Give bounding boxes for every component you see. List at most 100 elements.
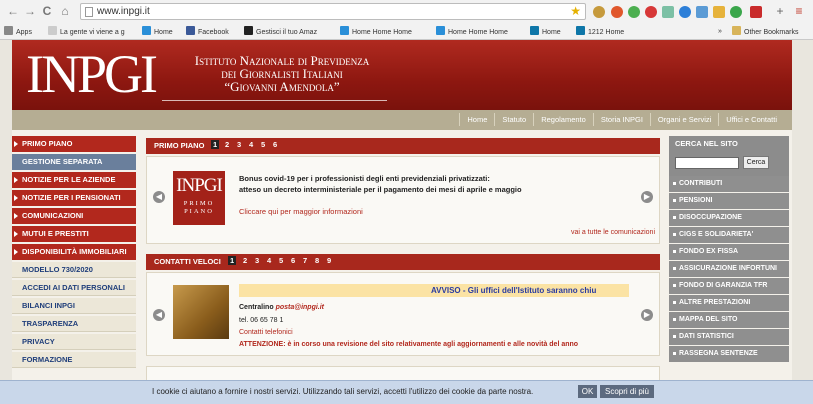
topnav-home[interactable]: Home xyxy=(459,113,494,126)
nav-bilanci[interactable]: BILANCI INPGI xyxy=(12,298,136,314)
address-bar[interactable]: www.inpgi.it ★ xyxy=(80,3,586,20)
nav-comunicazioni[interactable]: COMUNICAZIONI xyxy=(12,208,136,224)
nav-assicurazione[interactable]: ASSICURAZIONE INFORTUNI xyxy=(669,261,789,277)
back-icon[interactable]: ← xyxy=(6,4,20,18)
email-link[interactable]: posta@inpgi.it xyxy=(276,304,324,311)
nav-altre-prestazioni[interactable]: ALTRE PRESTAZIONI xyxy=(669,295,789,311)
nav-dati-personali[interactable]: ACCEDI AI DATI PERSONALI xyxy=(12,280,136,296)
home-icon[interactable]: ⌂ xyxy=(58,4,72,18)
facebook-icon xyxy=(186,26,195,35)
extension-icon[interactable] xyxy=(611,6,623,18)
bookmark-item[interactable]: La gente vi viene a g xyxy=(48,26,134,38)
twitter-icon xyxy=(436,26,445,35)
nav-contributi[interactable]: CONTRIBUTI xyxy=(669,176,789,192)
bookmark-item[interactable]: Home Home Home xyxy=(436,26,522,38)
bookmark-apps[interactable]: Apps xyxy=(4,26,40,38)
page-link[interactable]: 9 xyxy=(327,256,331,265)
nav-mutui-prestiti[interactable]: MUTUI E PRESTITI xyxy=(12,226,136,242)
bookmark-item[interactable]: Facebook xyxy=(186,26,236,38)
nav-notizie-pensionati[interactable]: NOTIZIE PER I PENSIONATI xyxy=(12,190,136,206)
bookmarks-overflow[interactable]: » xyxy=(718,26,728,38)
bookmark-star-icon[interactable]: ★ xyxy=(570,4,581,18)
nav-modello-730[interactable]: MODELLO 730/2020 xyxy=(12,262,136,278)
news-headline[interactable]: Bonus covid-19 per i professionisti degl… xyxy=(239,173,639,195)
site-banner: INPGI Istituto Nazionale di Previdenza d… xyxy=(12,40,792,110)
page-link[interactable]: 2 xyxy=(243,256,247,265)
nav-disoccupazione[interactable]: DISOCCUPAZIONE xyxy=(669,210,789,226)
nav-privacy[interactable]: PRIVACY xyxy=(12,334,136,350)
page-link[interactable]: 6 xyxy=(291,256,295,265)
page-link[interactable]: 3 xyxy=(237,140,241,149)
news-ticker[interactable]: AVVISO - Gli uffici dell'Istituto sarann… xyxy=(239,284,629,297)
extension-icon[interactable] xyxy=(628,6,640,18)
page-link[interactable]: 2 xyxy=(225,140,229,149)
page-link[interactable]: 4 xyxy=(267,256,271,265)
bookmark-item[interactable]: 1212 Home xyxy=(576,26,636,38)
page-icon xyxy=(48,26,57,35)
more-info-link[interactable]: Cliccare qui per maggior informazioni xyxy=(239,207,363,216)
page-link[interactable]: 8 xyxy=(315,256,319,265)
page-link[interactable]: 1 xyxy=(228,256,237,265)
search-box: Cerca xyxy=(669,152,789,176)
page-link[interactable]: 5 xyxy=(279,256,283,265)
nav-trasparenza[interactable]: TRASPARENZA xyxy=(12,316,136,332)
forward-icon[interactable]: → xyxy=(23,4,37,18)
phone-contacts-link[interactable]: Contatti telefonici xyxy=(239,329,293,336)
divider xyxy=(162,100,387,101)
evernote-icon[interactable] xyxy=(730,6,742,18)
search-input[interactable] xyxy=(675,157,739,169)
primo-piano-thumbnail[interactable]: INPGI PRIMO PIANO xyxy=(173,171,225,225)
page-link[interactable]: 6 xyxy=(273,140,277,149)
extension-icon[interactable] xyxy=(679,6,691,18)
cookie-ok-button[interactable]: OK xyxy=(578,385,597,398)
prev-arrow-icon[interactable]: ◀ xyxy=(153,191,165,203)
prev-arrow-icon[interactable]: ◀ xyxy=(153,309,165,321)
bookmark-item[interactable]: Gestisci il tuo Amaz xyxy=(244,26,330,38)
next-arrow-icon[interactable]: ▶ xyxy=(641,191,653,203)
cookie-more-button[interactable]: Scopri di più xyxy=(600,385,654,398)
nav-rassegna[interactable]: RASSEGNA SENTENZE xyxy=(669,346,789,362)
reload-icon[interactable]: C xyxy=(40,4,54,18)
nav-gestione-separata[interactable]: GESTIONE SEPARATA xyxy=(12,154,136,170)
add-icon[interactable]: + xyxy=(773,4,787,18)
nav-fondo-garanzia[interactable]: FONDO DI GARANZIA TFR xyxy=(669,278,789,294)
page-link[interactable]: 5 xyxy=(261,140,265,149)
topnav-regolamento[interactable]: Regolamento xyxy=(533,113,593,126)
extension-icon[interactable] xyxy=(662,6,674,18)
nav-formazione[interactable]: FORMAZIONE xyxy=(12,352,136,368)
nav-notizie-aziende[interactable]: NOTIZIE PER LE AZIENDE xyxy=(12,172,136,188)
bookmark-item[interactable]: Home xyxy=(142,26,178,38)
nav-cigs[interactable]: CIGS E SOLIDARIETA' xyxy=(669,227,789,243)
other-bookmarks[interactable]: Other Bookmarks xyxy=(732,26,810,38)
amazon-extension-icon[interactable] xyxy=(593,6,605,18)
bookmark-item[interactable]: Home Home Home xyxy=(340,26,426,38)
topnav-statuto[interactable]: Statuto xyxy=(494,113,533,126)
next-arrow-icon[interactable]: ▶ xyxy=(641,309,653,321)
page-link[interactable]: 1 xyxy=(211,140,220,149)
url-text: www.inpgi.it xyxy=(97,6,150,17)
page-link[interactable]: 4 xyxy=(249,140,253,149)
page-link[interactable]: 7 xyxy=(303,256,307,265)
contatti-veloci-panel: ◀ AVVISO - Gli uffici dell'Istituto sara… xyxy=(146,272,660,356)
topnav-storia[interactable]: Storia INPGI xyxy=(592,113,650,126)
extension-icon[interactable] xyxy=(750,6,762,18)
inpgi-logo[interactable]: INPGI xyxy=(26,46,158,102)
topnav-uffici[interactable]: Uffici e Contatti xyxy=(718,113,784,126)
nav-dati-statistici[interactable]: DATI STATISTICI xyxy=(669,329,789,345)
nav-disponibilita-immobiliari[interactable]: DISPONIBILITÀ IMMOBILIARI xyxy=(12,244,136,260)
extension-icon[interactable] xyxy=(696,6,708,18)
bookmark-item[interactable]: Home xyxy=(530,26,570,38)
page-icon xyxy=(85,7,93,17)
pinterest-icon[interactable] xyxy=(645,6,657,18)
nav-primo-piano[interactable]: PRIMO PIANO xyxy=(12,136,136,152)
cookie-banner: I cookie ci aiutano a fornire i nostri s… xyxy=(0,380,813,404)
nav-fondo-ex-fissa[interactable]: FONDO EX FISSA xyxy=(669,244,789,260)
nav-mappa[interactable]: MAPPA DEL SITO xyxy=(669,312,789,328)
nav-pensioni[interactable]: PENSIONI xyxy=(669,193,789,209)
topnav-organi[interactable]: Organi e Servizi xyxy=(649,113,718,126)
search-button[interactable]: Cerca xyxy=(743,156,769,169)
menu-icon[interactable]: ≡ xyxy=(792,4,806,18)
page-link[interactable]: 3 xyxy=(255,256,259,265)
download-icon[interactable] xyxy=(713,6,725,18)
all-communications-link[interactable]: vai a tutte le comunicazioni xyxy=(571,229,655,236)
